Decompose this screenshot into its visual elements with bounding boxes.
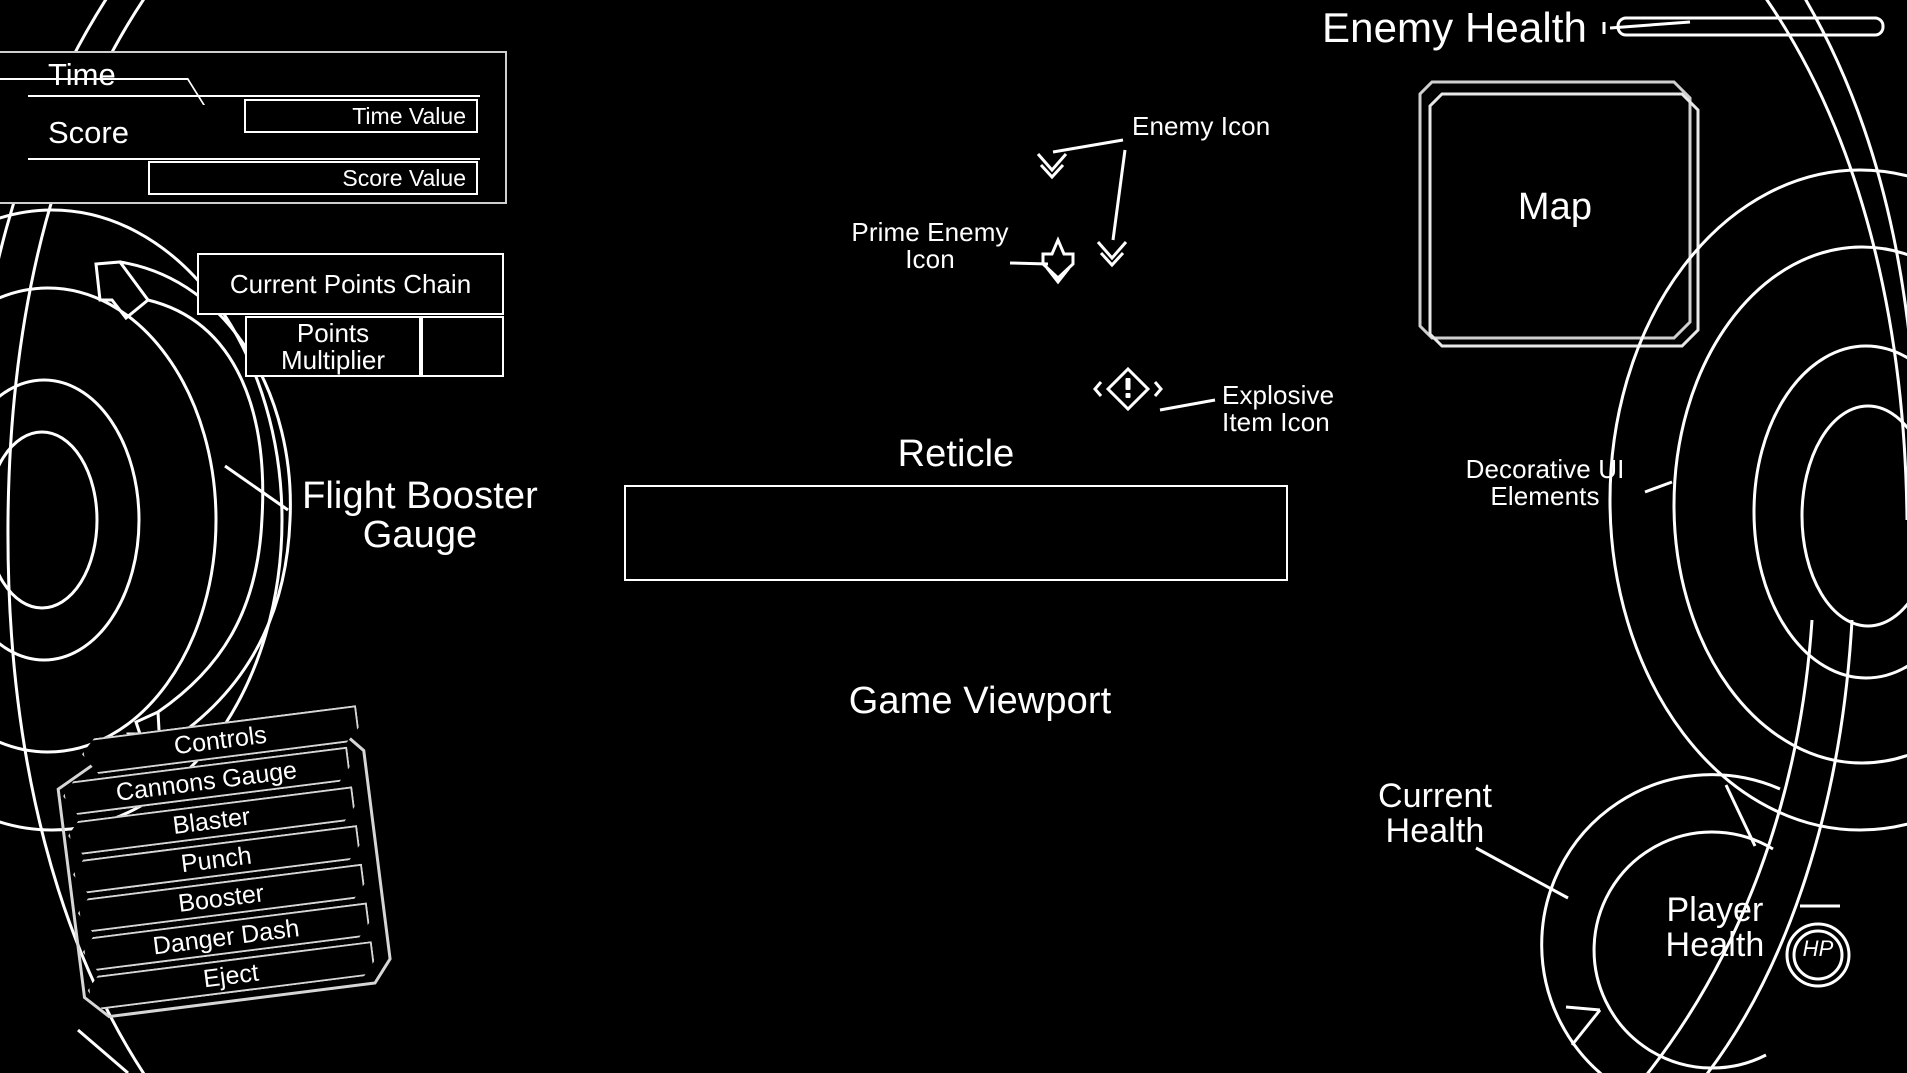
score-time-panel: Time Time Value Score Score Value — [0, 51, 507, 204]
current-points-chain-box: Current Points Chain — [197, 253, 504, 315]
time-underline — [28, 95, 480, 97]
annotation-decorative-ui-elements: Decorative UI Elements — [1465, 454, 1625, 511]
score-underline — [28, 158, 480, 160]
controls-panel: Controls Cannons Gauge Blaster Punch Boo… — [43, 709, 407, 1038]
reticle-label: Reticle — [897, 433, 1015, 475]
annotation-flight-booster-gauge: Flight Booster Gauge — [302, 475, 538, 556]
annotation-explosive-item-icon: Explosive Item Icon — [1222, 380, 1335, 437]
points-multiplier-value-box — [421, 316, 504, 377]
player-health-label: Player Health — [1665, 891, 1765, 964]
reticle-box — [624, 485, 1288, 581]
annotation-enemy-health: Enemy Health — [1322, 4, 1587, 51]
time-label: Time — [48, 57, 116, 92]
annotation-game-viewport: Game Viewport — [848, 680, 1112, 722]
annotation-current-health: Current Health — [1377, 777, 1493, 850]
annotation-prime-enemy-icon: Prime Enemy Icon — [851, 217, 1009, 274]
score-label: Score — [48, 115, 129, 150]
annotation-enemy-icon: Enemy Icon — [1132, 111, 1271, 141]
points-multiplier-box: Points Multiplier — [245, 316, 421, 377]
map-label: Map — [1517, 186, 1593, 228]
score-value: Score Value — [148, 161, 478, 195]
game-hud-wireframe: HP Time Time Value Score Score Value Cur… — [0, 0, 1907, 1073]
time-value: Time Value — [244, 99, 478, 133]
